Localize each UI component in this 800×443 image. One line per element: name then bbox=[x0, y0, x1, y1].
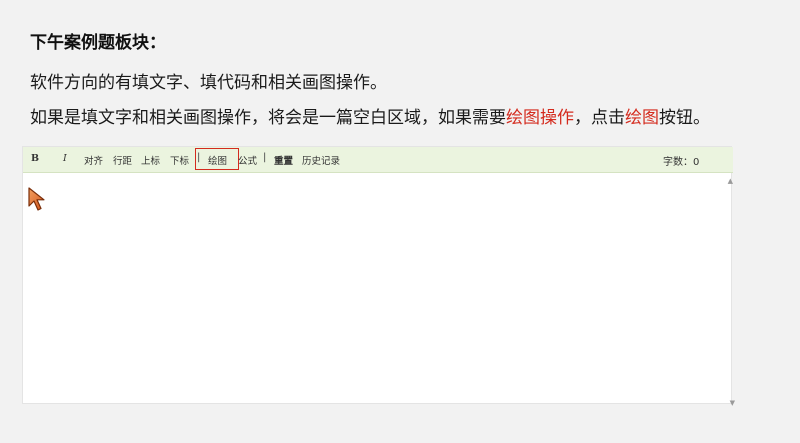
description-line-1: 软件方向的有填文字、填代码和相关画图操作。 bbox=[30, 73, 387, 93]
bold-button[interactable]: B bbox=[31, 153, 39, 164]
word-count-label: 字数： bbox=[663, 157, 693, 168]
line2-highlight-draw-operation: 绘图操作 bbox=[506, 108, 574, 128]
scroll-up-arrow-icon[interactable]: ▲ bbox=[728, 177, 733, 185]
editor-toolbar: B I 对齐 行距 上标 下标 | 绘图 公式 | 重置 历史记录 字数：0 bbox=[23, 147, 733, 173]
formula-button[interactable]: 公式 bbox=[238, 153, 257, 167]
toolbar-separator: | bbox=[263, 152, 267, 163]
mouse-pointer-icon bbox=[28, 187, 45, 211]
draw-button[interactable]: 绘图 bbox=[208, 153, 227, 167]
editor-text-area[interactable] bbox=[29, 177, 724, 399]
superscript-button[interactable]: 上标 bbox=[141, 153, 160, 167]
scroll-down-arrow-icon[interactable]: ▼ bbox=[730, 399, 735, 407]
line-spacing-button[interactable]: 行距 bbox=[113, 153, 132, 167]
section-title: 下午案例题板块： bbox=[30, 33, 166, 53]
word-count-value: 0 bbox=[693, 157, 700, 168]
line2-text-3: 按钮。 bbox=[659, 108, 710, 128]
line2-text-2: ，点击 bbox=[574, 108, 625, 128]
italic-button[interactable]: I bbox=[63, 153, 67, 164]
subscript-button[interactable]: 下标 bbox=[170, 153, 189, 167]
line2-text-1: 如果是填文字和相关画图操作，将会是一篇空白区域，如果需要 bbox=[30, 108, 506, 128]
reset-button[interactable]: 重置 bbox=[274, 153, 293, 167]
description-line-2: 如果是填文字和相关画图操作，将会是一篇空白区域，如果需要绘图操作，点击绘图按钮。 bbox=[30, 103, 710, 128]
align-button[interactable]: 对齐 bbox=[84, 153, 103, 167]
line2-highlight-draw: 绘图 bbox=[625, 108, 659, 128]
answer-editor[interactable]: B I 对齐 行距 上标 下标 | 绘图 公式 | 重置 历史记录 字数：0 ▲… bbox=[22, 146, 735, 407]
toolbar-separator: | bbox=[197, 152, 201, 163]
history-button[interactable]: 历史记录 bbox=[302, 153, 340, 167]
word-count: 字数：0 bbox=[663, 153, 699, 168]
